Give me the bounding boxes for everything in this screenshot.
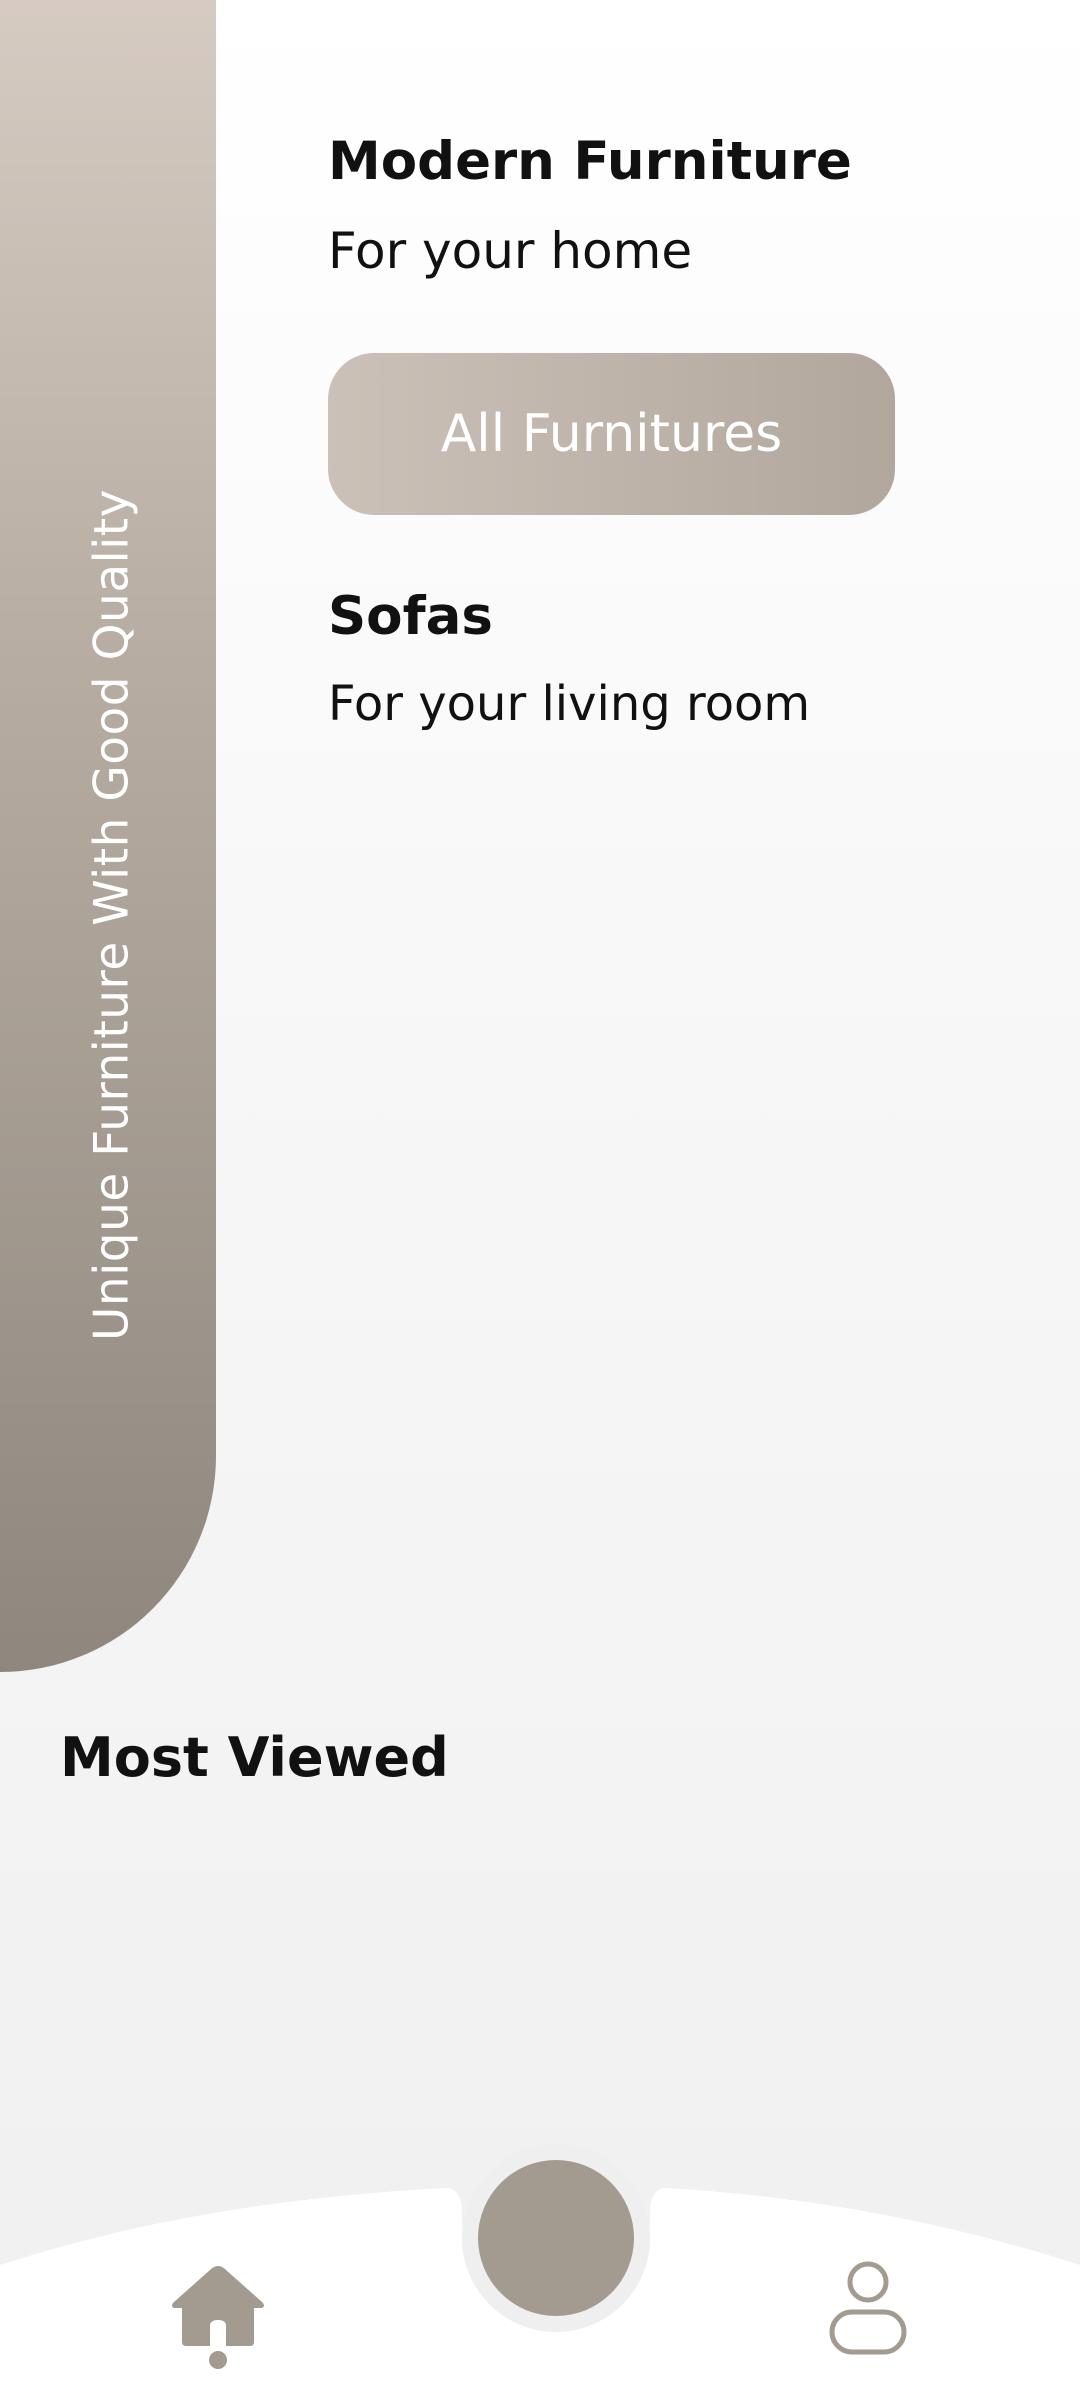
profile-icon [829,2261,907,2355]
most-viewed-heading: Most Viewed [60,1726,449,1789]
side-banner: Unique Furniture With Good Quality [0,0,216,1672]
banner-tagline: Unique Furniture With Good Quality [84,489,140,1341]
all-furnitures-button[interactable]: All Furnitures [328,353,895,515]
bottom-navigation [0,2144,1080,2400]
category-subtitle: For your living room [328,676,811,732]
category-title: Sofas [328,586,493,647]
home-nav-button[interactable] [166,2260,270,2370]
profile-nav-button[interactable] [826,2260,910,2360]
home-icon [172,2266,264,2369]
page-subtitle: For your home [328,222,693,280]
center-action-button[interactable] [478,2160,634,2316]
page-title: Modern Furniture [328,131,852,192]
